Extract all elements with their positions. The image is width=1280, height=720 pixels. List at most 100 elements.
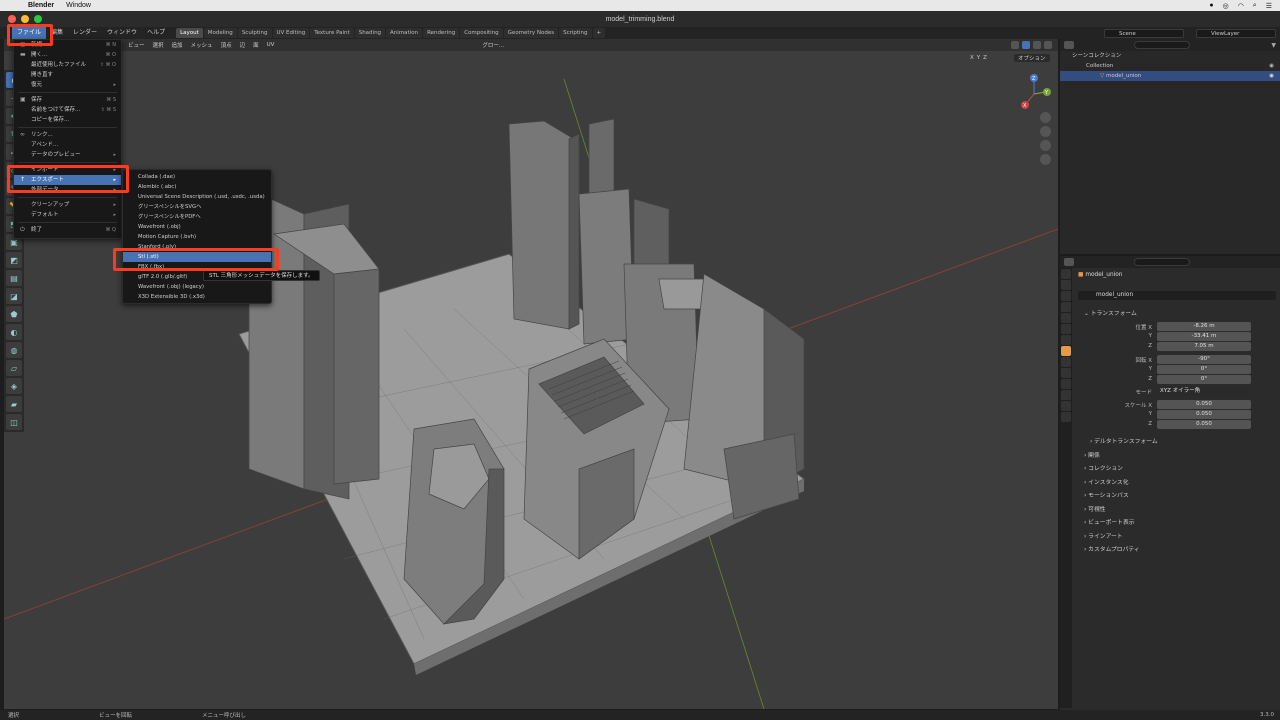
zoom-window-icon[interactable] [34,15,42,23]
scale-y-field[interactable]: 0.050 [1157,410,1251,419]
knife-tool-icon[interactable]: ◪ [6,288,22,304]
record-icon[interactable]: ● [1209,2,1213,9]
wifi-icon[interactable]: ◠ [1238,2,1244,10]
shrink-tool-icon[interactable]: ◈ [6,378,22,394]
menu-window[interactable]: ウィンドウ [102,27,142,39]
options-dropdown[interactable]: オプション [1014,54,1050,62]
menu-item-defaults[interactable]: デフォルト ▸ [14,210,121,220]
menu-help[interactable]: ヘルプ [142,27,170,39]
object-name-field[interactable]: model_union [1078,291,1276,300]
outliner-object-model-union[interactable]: ▽ model_union ◉ [1060,71,1280,81]
viewport-menu-face[interactable]: 面 [249,41,263,49]
location-z-field[interactable]: 7.05 m [1157,342,1251,351]
tab-animation[interactable]: Animation [386,28,423,38]
properties-search-input[interactable] [1134,258,1190,266]
location-y-field[interactable]: -33.41 m [1157,332,1251,341]
output-tab-icon[interactable] [1061,291,1071,301]
navigation-gizmo[interactable]: Z Y X [1014,72,1054,112]
visibility-eye-icon[interactable]: ◉ [1269,61,1274,71]
menu-render[interactable]: レンダー [68,27,102,39]
menu-item-clean-up[interactable]: クリーンアップ ▸ [14,200,121,210]
tab-texture-paint[interactable]: Texture Paint [310,28,354,38]
export-obj-legacy[interactable]: Wavefront (.obj) (legacy) [123,282,271,292]
menu-item-save-as[interactable]: 名前をつけて保存... ⇧ ⌘ S [14,105,121,115]
bevel-tool-icon[interactable]: ◩ [6,252,22,268]
properties-editor-icon[interactable] [1064,258,1074,266]
scene-selector[interactable]: Scene [1104,28,1184,38]
close-window-icon[interactable] [8,15,16,23]
section-line-art[interactable]: › ラインアート [1084,531,1123,540]
menu-item-open-recent[interactable]: 最近使用したファイル ⇧ ⌘ O [14,60,121,70]
object-tab-icon[interactable] [1061,346,1071,356]
mac-app-menu[interactable]: Blender [28,2,54,9]
outliner-editor-icon[interactable] [1064,41,1074,49]
tab-compositing[interactable]: Compositing [460,28,503,38]
loopcut-tool-icon[interactable]: ▤ [6,270,22,286]
material-tab-icon[interactable] [1061,412,1071,422]
add-workspace-icon[interactable]: + [592,28,606,38]
constraints-tab-icon[interactable] [1061,390,1071,400]
world-tab-icon[interactable] [1061,324,1071,334]
export-usd[interactable]: Universal Scene Description (.usd, .usdc… [123,192,271,202]
pan-hand-icon[interactable] [1040,126,1051,137]
mirror-x-toggle[interactable]: X [970,55,974,61]
outliner-scene-collection[interactable]: シーンコレクション [1060,51,1280,61]
viewport-menu-vertex[interactable]: 頂点 [217,41,236,49]
modifier-tab-icon[interactable] [1061,357,1071,367]
physics-tab-icon[interactable] [1061,379,1071,389]
section-visibility[interactable]: › 可視性 [1084,504,1106,513]
section-delta-transform[interactable]: › デルタトランスフォーム [1090,436,1158,445]
rotation-y-field[interactable]: 0° [1157,365,1251,374]
zoom-icon[interactable] [1040,112,1051,123]
tab-scripting[interactable]: Scripting [559,28,592,38]
material-shading-icon[interactable] [1033,41,1041,49]
mirror-z-toggle[interactable]: Z [983,55,987,61]
visibility-eye-icon[interactable]: ◉ [1269,71,1274,81]
menu-item-save[interactable]: ▣ 保存 ⌘ S [14,95,121,105]
menu-item-link[interactable]: ∞ リンク... [14,130,121,140]
solid-shading-icon[interactable] [1022,41,1030,49]
view-layer-tab-icon[interactable] [1061,302,1071,312]
render-tab-icon[interactable] [1061,280,1071,290]
collection-tab-icon[interactable] [1061,335,1071,345]
section-collections[interactable]: › コレクション [1084,463,1123,472]
3d-viewport[interactable]: ビュー 選択 追加 メッシュ 頂点 辺 面 UV グロー... X Y Z オプ… [4,39,1058,709]
menu-item-recover[interactable]: 復元 ▸ [14,80,121,90]
mac-window-menu[interactable]: Window [66,2,91,9]
export-x3d[interactable]: X3D Extensible 3D (.x3d) [123,292,271,302]
menu-item-quit[interactable]: ⏻ 終了 ⌘ Q [14,225,121,235]
filter-icon[interactable]: ▼ [1271,42,1276,49]
tab-modeling[interactable]: Modeling [203,28,237,38]
tab-sculpting[interactable]: Sculpting [237,28,272,38]
export-bvh[interactable]: Motion Capture (.bvh) [123,232,271,242]
export-wavefront-obj[interactable]: Wavefront (.obj) [123,222,271,232]
outliner-collection[interactable]: Collection ◉ [1060,61,1280,71]
wireframe-shading-icon[interactable] [1011,41,1019,49]
export-gpencil-svg[interactable]: グリースペンシルをSVGへ [123,202,271,212]
viewport-menu-view[interactable]: ビュー [124,41,149,49]
scale-x-field[interactable]: 0.050 [1157,400,1251,409]
rotation-x-field[interactable]: -90° [1157,355,1251,364]
menu-item-open[interactable]: ▬ 開く... ⌘ O [14,50,121,60]
tab-uv-editing[interactable]: UV Editing [272,28,310,38]
orientation-dropdown[interactable]: グロー... [478,41,508,49]
spin-tool-icon[interactable]: ◐ [6,324,22,340]
rotation-mode-dropdown[interactable]: XYZ オイラー角 [1157,387,1251,396]
smooth-tool-icon[interactable]: ◍ [6,342,22,358]
rendered-shading-icon[interactable] [1044,41,1052,49]
viewport-menu-edge[interactable]: 辺 [236,41,250,49]
minimize-window-icon[interactable] [21,15,29,23]
camera-view-icon[interactable] [1040,140,1051,151]
viewport-menu-select[interactable]: 選択 [149,41,168,49]
section-transform[interactable]: ⌄ トランスフォーム [1084,308,1137,317]
mirror-y-toggle[interactable]: Y [977,55,980,61]
export-gpencil-pdf[interactable]: グリースペンシルをPDFへ [123,212,271,222]
particles-tab-icon[interactable] [1061,368,1071,378]
viewport-menu-mesh[interactable]: メッシュ [187,41,217,49]
menu-item-save-copy[interactable]: コピーを保存... [14,115,121,125]
tab-layout[interactable]: Layout [176,28,203,38]
control-center-icon[interactable]: ☰ [1266,2,1272,10]
polybuild-tool-icon[interactable]: ⬟ [6,306,22,322]
edge-slide-tool-icon[interactable]: ▱ [6,360,22,376]
tab-shading[interactable]: Shading [354,28,386,38]
